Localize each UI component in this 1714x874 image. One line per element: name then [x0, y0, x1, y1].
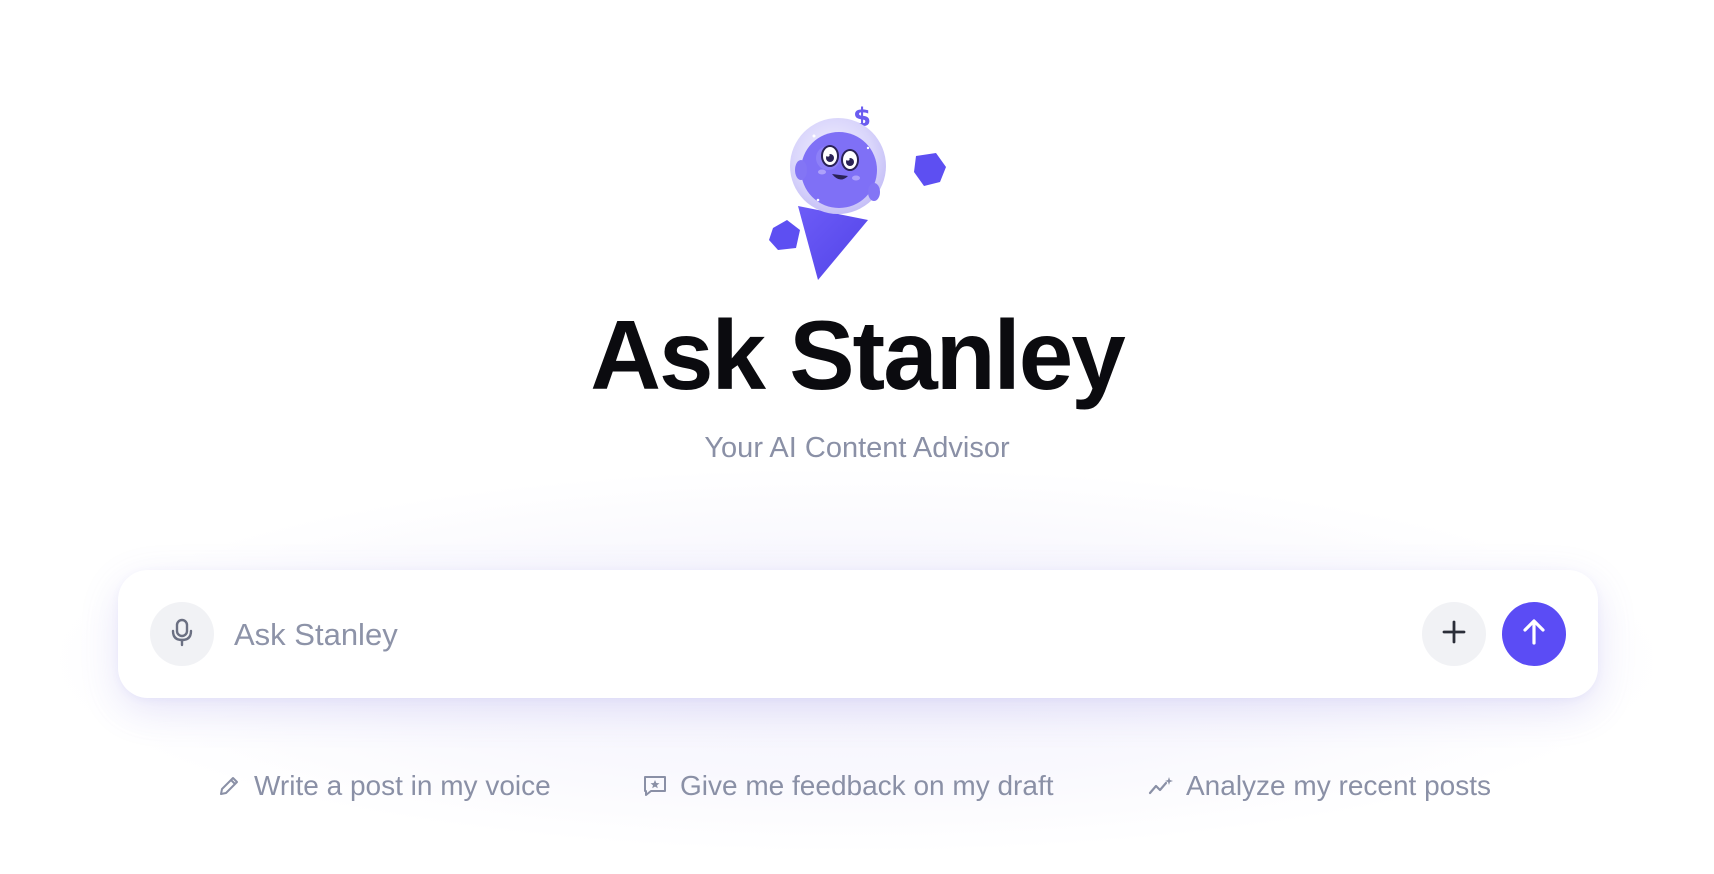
comment-star-icon — [642, 773, 668, 799]
chat-input-bar — [118, 570, 1598, 698]
suggestion-write-post[interactable]: Write a post in my voice — [216, 768, 551, 804]
page-title: Ask Stanley — [590, 300, 1126, 410]
trend-sparkle-icon — [1148, 773, 1174, 799]
send-button[interactable] — [1502, 602, 1566, 666]
suggestion-label: Write a post in my voice — [254, 770, 551, 801]
chat-input[interactable] — [232, 604, 1236, 666]
pencil-icon — [216, 773, 242, 799]
microphone-button[interactable] — [150, 602, 214, 666]
microphone-icon — [168, 617, 196, 652]
suggestion-label: Give me feedback on my draft — [680, 770, 1054, 801]
suggestion-feedback-draft[interactable]: Give me feedback on my draft — [642, 768, 1054, 804]
suggestion-analyze-posts[interactable]: Analyze my recent posts — [1148, 768, 1491, 804]
add-attachment-button[interactable] — [1422, 602, 1486, 666]
suggestion-label: Analyze my recent posts — [1186, 770, 1492, 801]
stanley-mascot-icon: $ — [756, 96, 966, 296]
ask-stanley-page: $ Ask Stanley Your AI Content Advisor As… — [0, 0, 1714, 874]
plus-icon — [1441, 619, 1467, 650]
arrow-up-icon — [1520, 617, 1548, 652]
page-subtitle: Your AI Content Advisor — [704, 432, 1010, 464]
